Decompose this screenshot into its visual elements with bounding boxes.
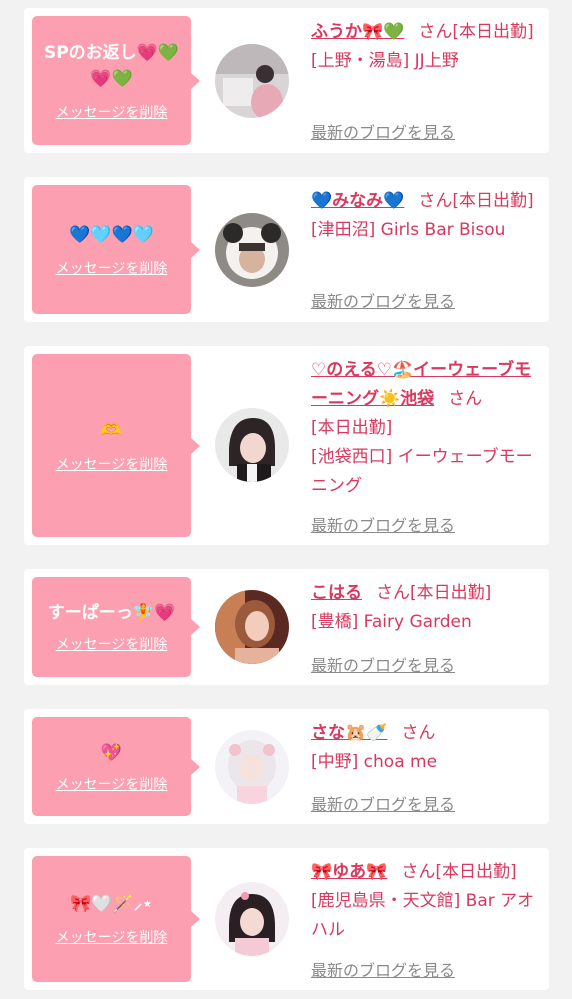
- delete-message-link[interactable]: メッセージを削除: [56, 927, 168, 947]
- honorific: さん: [401, 723, 436, 743]
- delete-message-link[interactable]: メッセージを削除: [56, 774, 168, 794]
- cast-name-link[interactable]: 💙みなみ💙: [311, 191, 404, 211]
- message-text: 💙🩵💙🩵: [69, 224, 154, 245]
- honorific: さん: [401, 862, 436, 882]
- cast-info: さな🐹🍼 さん [中野] choa me: [311, 719, 537, 777]
- message-text: 💖: [100, 742, 123, 763]
- status-text: [本日出勤]: [452, 22, 534, 42]
- delete-message-link[interactable]: メッセージを削除: [56, 258, 168, 278]
- avatar[interactable]: [215, 590, 289, 664]
- list-item: 🎀🤍🪄⸝⋆ メッセージを削除 🎀ゆあ🎀 さん[本日出勤] [鹿児島県・天文館] B…: [24, 848, 549, 990]
- message-bubble: SPのお返し💗💚💗💚 メッセージを削除: [32, 16, 200, 145]
- honorific: さん: [376, 583, 410, 603]
- cast-info: 💙みなみ💙 さん[本日出勤] [津田沼] Girls Bar Bisou: [311, 187, 537, 245]
- blog-link[interactable]: 最新のブログを見る: [311, 957, 455, 981]
- shop-text: [池袋西口] イーウェーブモーニング: [311, 447, 533, 496]
- message-text: 🫶: [100, 420, 123, 441]
- blog-link[interactable]: 最新のブログを見る: [311, 119, 455, 143]
- cast-name-link[interactable]: こはる: [311, 583, 362, 603]
- message-bubble: 🫶 メッセージを削除: [32, 354, 200, 537]
- avatar[interactable]: [215, 882, 289, 956]
- status-text: [本日出勤]: [311, 418, 393, 438]
- delete-message-link[interactable]: メッセージを削除: [56, 454, 168, 474]
- blog-link[interactable]: 最新のブログを見る: [311, 791, 455, 815]
- message-bubble: 💖 メッセージを削除: [32, 717, 200, 816]
- avatar[interactable]: [215, 213, 289, 287]
- cast-name-link[interactable]: ふうか🎀💚: [311, 22, 404, 42]
- blog-link[interactable]: 最新のブログを見る: [311, 512, 455, 536]
- shop-text: [鹿児島県・天文館] Bar アオハル: [311, 891, 535, 940]
- blog-link[interactable]: 最新のブログを見る: [311, 288, 455, 312]
- message-bubble: すーぱーっ🧚💗 メッセージを削除: [32, 577, 200, 677]
- status-text: [本日出勤]: [435, 862, 517, 882]
- list-item: 💖 メッセージを削除 さな🐹🍼 さん [中野] choa me 最新のブログを見る: [24, 709, 549, 824]
- message-bubble: 🎀🤍🪄⸝⋆ メッセージを削除: [32, 856, 200, 982]
- status-text: [本日出勤]: [410, 583, 492, 603]
- avatar[interactable]: [215, 44, 289, 118]
- message-text: すーぱーっ🧚💗: [47, 603, 176, 623]
- cast-info: ♡のえる♡🏖️イーウェーブモーニング☀️池袋 さん [本日出勤] [池袋西口] イ…: [311, 356, 537, 501]
- cast-name-link[interactable]: さな🐹🍼: [311, 723, 387, 743]
- avatar[interactable]: [215, 408, 289, 482]
- cast-name-link[interactable]: 🎀ゆあ🎀: [311, 862, 387, 882]
- message-bubble: 💙🩵💙🩵 メッセージを削除: [32, 185, 200, 314]
- avatar[interactable]: [215, 730, 289, 804]
- list-item: 💙🩵💙🩵 メッセージを削除 💙みなみ💙 さん[本日出勤] [津田沼] Girls …: [24, 177, 549, 322]
- delete-message-link[interactable]: メッセージを削除: [56, 634, 168, 654]
- honorific: さん: [418, 191, 453, 211]
- shop-text: [中野] choa me: [311, 752, 438, 772]
- status-text: [本日出勤]: [452, 191, 534, 211]
- cast-info: 🎀ゆあ🎀 さん[本日出勤] [鹿児島県・天文館] Bar アオハル: [311, 858, 537, 945]
- honorific: さん: [418, 22, 453, 42]
- list-item: すーぱーっ🧚💗 メッセージを削除 こはる さん[本日出勤] [豊橋] Fairy …: [24, 569, 549, 685]
- shop-text: [上野・湯島] JJ上野: [311, 51, 459, 71]
- blog-link[interactable]: 最新のブログを見る: [311, 652, 455, 676]
- message-list: SPのお返し💗💚💗💚 メッセージを削除 ふうか🎀💚 さん[本日出勤] [上野・湯島…: [0, 0, 572, 999]
- message-text: SPのお返し💗💚💗💚: [43, 42, 180, 89]
- list-item: 🫶 メッセージを削除 ♡のえる♡🏖️イーウェーブモーニング☀️池袋 さん [本日出…: [24, 346, 549, 545]
- list-item: SPのお返し💗💚💗💚 メッセージを削除 ふうか🎀💚 さん[本日出勤] [上野・湯島…: [24, 8, 549, 153]
- message-text: 🎀🤍🪄⸝⋆: [70, 894, 153, 914]
- cast-info: ふうか🎀💚 さん[本日出勤] [上野・湯島] JJ上野: [311, 18, 537, 76]
- shop-text: [津田沼] Girls Bar Bisou: [311, 220, 506, 240]
- delete-message-link[interactable]: メッセージを削除: [56, 102, 168, 122]
- cast-name-link[interactable]: ♡のえる♡🏖️イーウェーブモーニング☀️池袋: [311, 360, 531, 409]
- shop-text: [豊橋] Fairy Garden: [311, 612, 472, 632]
- honorific: さん: [448, 389, 483, 409]
- cast-info: こはる さん[本日出勤] [豊橋] Fairy Garden: [311, 579, 537, 637]
